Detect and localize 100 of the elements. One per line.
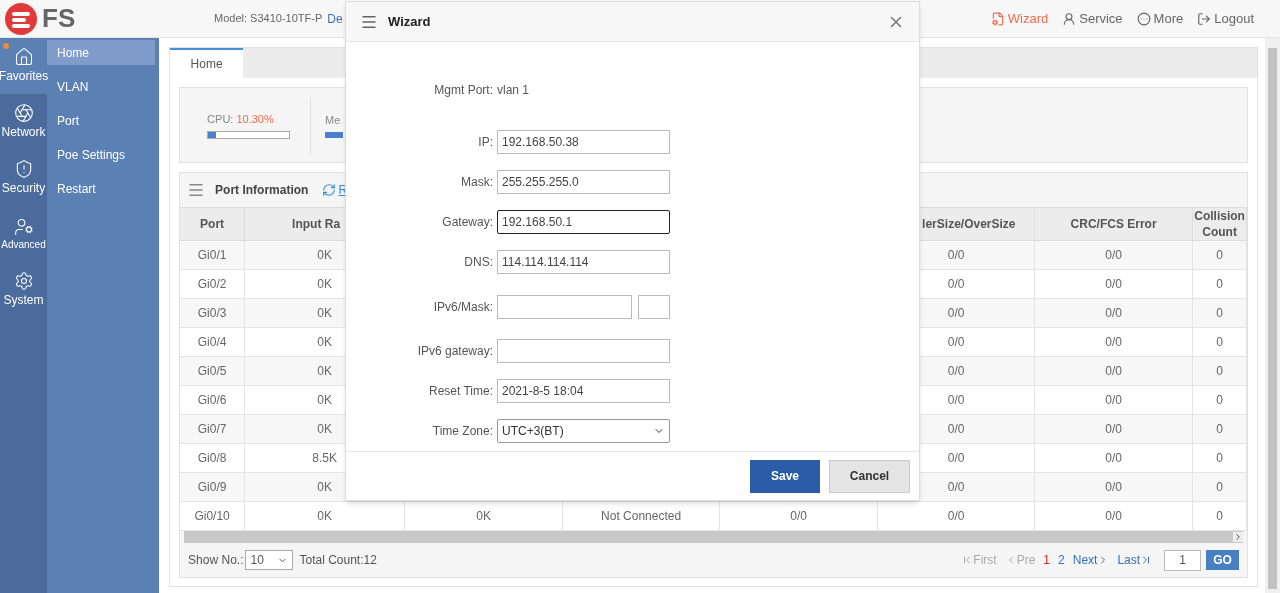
- table-cell: 0: [1193, 357, 1248, 385]
- model-link[interactable]: De: [327, 9, 343, 28]
- select-field[interactable]: UTC+3(BT): [497, 419, 670, 443]
- table-cell: 0: [1193, 502, 1248, 530]
- total-count: Total Count:12: [299, 552, 377, 569]
- column-header: Collision Count: [1193, 208, 1248, 240]
- model-label: Model: S3410-10TF-P: [214, 11, 323, 27]
- rail-item[interactable]: System: [0, 262, 47, 318]
- input-field[interactable]: [497, 294, 632, 319]
- rail-item[interactable]: Advanced: [0, 206, 47, 262]
- table-cell: Gi0/5: [180, 357, 246, 385]
- pager-link[interactable]: Next: [1072, 551, 1110, 569]
- input-field[interactable]: 2021-8-5 18:04: [497, 379, 670, 403]
- table-cell: 0: [1193, 299, 1248, 327]
- go-button[interactable]: GO: [1206, 550, 1240, 570]
- vertical-scrollbar[interactable]: [1265, 38, 1280, 593]
- field-label: IPv6 gateway:: [416, 343, 493, 360]
- column-header: Port: [180, 208, 246, 240]
- logout-icon: [1197, 11, 1212, 26]
- memory-bar: [325, 131, 344, 138]
- input-field[interactable]: 192.168.50.38: [497, 130, 670, 154]
- page-size-select[interactable]: 10: [245, 550, 294, 570]
- rail-item[interactable]: Security: [0, 150, 47, 206]
- column-header: CRC/FCS Error: [1035, 208, 1194, 240]
- settings-icon: [13, 271, 34, 291]
- table-cell: Not Connected: [563, 502, 721, 530]
- table-cell: 0: [1193, 473, 1248, 501]
- memory-label: Me: [325, 113, 342, 129]
- field-label: Mask:: [460, 174, 493, 191]
- field-label: Time Zone:: [431, 423, 493, 440]
- table-cell: 0/0: [1035, 444, 1194, 472]
- user-icon: [1062, 11, 1077, 26]
- cancel-button[interactable]: Cancel: [829, 459, 910, 493]
- field-label: Mgmt Port:: [433, 82, 493, 99]
- table-cell: Gi0/7: [180, 415, 246, 443]
- input-field[interactable]: 192.168.50.1: [497, 210, 670, 234]
- aperture-icon: [13, 103, 34, 123]
- pager-link[interactable]: Last: [1117, 551, 1153, 569]
- menu-icon: [187, 181, 206, 199]
- field-label: Reset Time:: [427, 383, 493, 400]
- field-label: DNS:: [463, 254, 493, 271]
- input-field[interactable]: 255.255.255.0: [497, 170, 670, 194]
- menu-item[interactable]: Restart: [47, 176, 156, 201]
- table-cell: 0/0: [1035, 473, 1194, 501]
- field-label: IP:: [477, 134, 493, 151]
- header-link[interactable]: Service: [1062, 8, 1123, 29]
- field-label: IPv6/Mask:: [432, 298, 493, 316]
- table-cell: Gi0/2: [180, 270, 246, 298]
- user-gear-icon: [13, 216, 34, 237]
- page-input[interactable]: 1: [1164, 549, 1202, 571]
- table-cell: 0: [1193, 415, 1248, 443]
- rail-item[interactable]: Favorites: [0, 38, 47, 94]
- home-icon: [13, 47, 34, 67]
- table-cell: 0/0: [1035, 357, 1194, 385]
- dialog-title: Wizard: [388, 12, 431, 31]
- input-field[interactable]: [497, 339, 670, 363]
- page-number[interactable]: 1: [1043, 551, 1051, 569]
- table-cell: 0K: [245, 502, 406, 530]
- table-cell: 0/0: [1035, 241, 1194, 269]
- table-cell: 0/0: [1035, 328, 1194, 356]
- table-cell: Gi0/9: [180, 473, 246, 501]
- refresh-icon[interactable]: [322, 183, 337, 197]
- table-cell: 0: [1193, 270, 1248, 298]
- input-field[interactable]: [638, 294, 670, 319]
- menu-item[interactable]: Poe Settings: [47, 142, 156, 167]
- table-cell: 0K: [405, 502, 564, 530]
- menu-item[interactable]: Port: [47, 108, 156, 133]
- table-cell: 0: [1193, 386, 1248, 414]
- table-cell: 0: [1193, 444, 1248, 472]
- table-cell: Gi0/4: [180, 328, 246, 356]
- field-label: Gateway:: [441, 214, 493, 231]
- save-button[interactable]: Save: [750, 459, 820, 493]
- ellipsis-icon: [1136, 11, 1151, 26]
- show-label: Show No.:: [188, 552, 244, 569]
- page-number[interactable]: 2: [1058, 551, 1065, 569]
- table-cell: 0/0: [720, 502, 879, 530]
- table-cell: 0/0: [1035, 299, 1194, 327]
- rail-item[interactable]: Network: [0, 94, 47, 150]
- table-cell: 0/0: [1035, 415, 1194, 443]
- horizontal-scrollbar[interactable]: [184, 531, 1244, 543]
- input-field[interactable]: 114.114.114.114: [497, 250, 670, 274]
- table-cell: 0/0: [1035, 386, 1194, 414]
- table-cell: 0: [1193, 241, 1248, 269]
- table-cell: Gi0/6: [180, 386, 246, 414]
- panel-title: Port Information: [215, 182, 309, 199]
- gear-document-icon: [990, 11, 1005, 26]
- table-cell: 0/0: [1035, 270, 1194, 298]
- header-link[interactable]: Wizard: [990, 8, 1049, 29]
- scroll-right-icon[interactable]: [1233, 532, 1244, 542]
- tab[interactable]: Home: [170, 48, 244, 78]
- header-link[interactable]: More: [1136, 8, 1184, 29]
- table-cell: Gi0/1: [180, 241, 246, 269]
- menu-item[interactable]: Home: [47, 40, 156, 65]
- field-value: vlan 1: [497, 82, 530, 99]
- header-link[interactable]: Logout: [1197, 8, 1254, 29]
- table-cell: Gi0/3: [180, 299, 246, 327]
- cpu-label: CPU: 10.30%: [207, 112, 275, 128]
- table-cell: Gi0/10: [180, 502, 246, 530]
- table-cell: Gi0/8: [180, 444, 246, 472]
- menu-item[interactable]: VLAN: [47, 74, 156, 99]
